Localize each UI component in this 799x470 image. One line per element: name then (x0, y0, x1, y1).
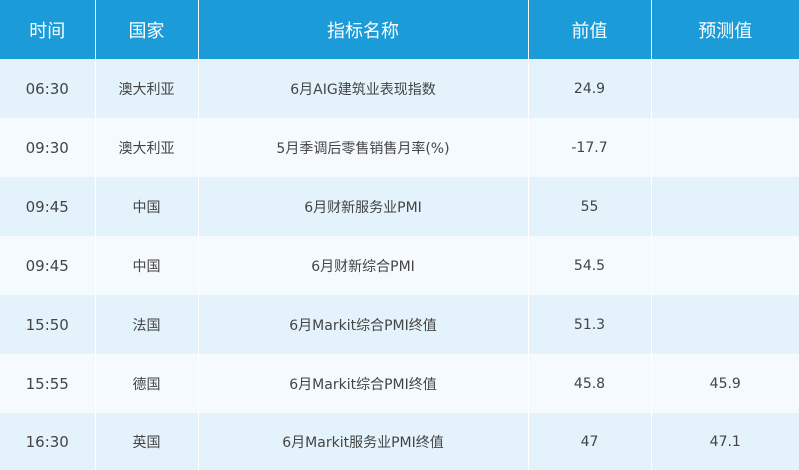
table-row: 15:55 德国 6月Markit综合PMI终值 45.8 45.9 (0, 354, 799, 413)
indicator-cell: 6月Markit综合PMI终值 (198, 295, 529, 354)
previous-cell: 54.5 (528, 236, 652, 295)
indicator-cell: 6月Markit服务业PMI终值 (198, 413, 529, 470)
table-row: 09:45 中国 6月财新综合PMI 54.5 (0, 236, 799, 295)
indicator-cell: 6月财新综合PMI (198, 236, 529, 295)
indicator-cell: 5月季调后零售销售月率(%) (198, 118, 529, 177)
economic-calendar-table: 时间 国家 指标名称 前值 预测值 06:30 澳大利亚 6月AIG建筑业表现指… (0, 0, 799, 470)
forecast-cell (651, 118, 799, 177)
time-cell: 09:45 (0, 236, 96, 295)
previous-cell: 47 (528, 413, 652, 470)
country-cell: 法国 (95, 295, 199, 354)
header-previous: 前值 (528, 0, 652, 59)
previous-cell: 24.9 (528, 59, 652, 118)
table-row: 09:45 中国 6月财新服务业PMI 55 (0, 177, 799, 236)
forecast-cell: 45.9 (651, 354, 799, 413)
country-cell: 英国 (95, 413, 199, 470)
previous-cell: 45.8 (528, 354, 652, 413)
time-cell: 06:30 (0, 59, 96, 118)
forecast-cell: 47.1 (651, 413, 799, 470)
forecast-cell (651, 177, 799, 236)
header-forecast: 预测值 (651, 0, 799, 59)
indicator-cell: 6月AIG建筑业表现指数 (198, 59, 529, 118)
forecast-cell (651, 236, 799, 295)
table-row: 06:30 澳大利亚 6月AIG建筑业表现指数 24.9 (0, 59, 799, 118)
country-cell: 德国 (95, 354, 199, 413)
time-cell: 15:55 (0, 354, 96, 413)
header-time: 时间 (0, 0, 96, 59)
country-cell: 澳大利亚 (95, 59, 199, 118)
country-cell: 澳大利亚 (95, 118, 199, 177)
time-cell: 16:30 (0, 413, 96, 470)
indicator-cell: 6月Markit综合PMI终值 (198, 354, 529, 413)
previous-cell: 55 (528, 177, 652, 236)
country-cell: 中国 (95, 236, 199, 295)
table-row: 09:30 澳大利亚 5月季调后零售销售月率(%) -17.7 (0, 118, 799, 177)
table-header-row: 时间 国家 指标名称 前值 预测值 (0, 0, 799, 59)
forecast-cell (651, 59, 799, 118)
previous-cell: -17.7 (528, 118, 652, 177)
header-indicator: 指标名称 (198, 0, 529, 59)
time-cell: 09:30 (0, 118, 96, 177)
indicator-cell: 6月财新服务业PMI (198, 177, 529, 236)
country-cell: 中国 (95, 177, 199, 236)
table-row: 15:50 法国 6月Markit综合PMI终值 51.3 (0, 295, 799, 354)
table-row: 16:30 英国 6月Markit服务业PMI终值 47 47.1 (0, 413, 799, 470)
time-cell: 15:50 (0, 295, 96, 354)
time-cell: 09:45 (0, 177, 96, 236)
previous-cell: 51.3 (528, 295, 652, 354)
header-country: 国家 (95, 0, 199, 59)
forecast-cell (651, 295, 799, 354)
